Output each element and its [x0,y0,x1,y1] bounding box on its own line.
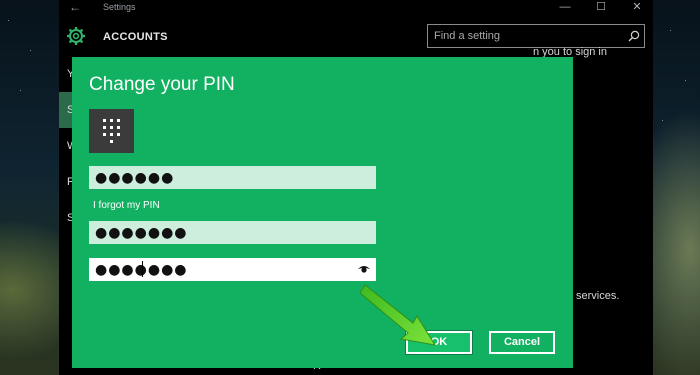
close-button[interactable]: ✕ [627,0,647,14]
sidebar-item-your-info[interactable]: Y [59,56,74,92]
sidebar-item-sync[interactable]: S [59,200,74,236]
sidebar-item-family[interactable]: F [59,164,74,200]
eye-icon[interactable] [357,264,371,274]
sidebar-item-sign-in-options[interactable]: S [59,92,74,128]
maximize-button[interactable]: ☐ [591,0,611,14]
back-arrow-icon[interactable]: ← [69,0,81,14]
dialog-title: Change your PIN [89,74,235,95]
pin-keypad-icon [89,109,134,153]
forgot-pin-link[interactable]: I forgot my PIN [93,200,160,211]
sidebar-item-work-access[interactable]: W [59,128,77,164]
sidebar-nav: Y S W F S [59,56,77,236]
cancel-button[interactable]: Cancel [489,331,555,354]
search-box[interactable] [427,24,645,48]
gear-icon [67,27,85,45]
new-pin-field[interactable] [89,221,376,244]
minimize-button[interactable]: — [555,0,575,14]
change-pin-dialog: Change your PIN I forgot my PIN OK Cance… [72,57,573,368]
confirm-pin-field[interactable] [89,258,376,281]
window-title: Settings [103,2,136,12]
search-input[interactable] [434,28,618,44]
pointer-arrow-annotation [359,284,437,346]
title-bar: ← Settings — ☐ ✕ [59,0,653,16]
background-services-text: services. [576,290,620,302]
text-caret [142,261,143,277]
current-pin-field[interactable] [89,166,376,189]
page-title: ACCOUNTS [103,31,168,43]
search-icon[interactable] [627,29,641,43]
